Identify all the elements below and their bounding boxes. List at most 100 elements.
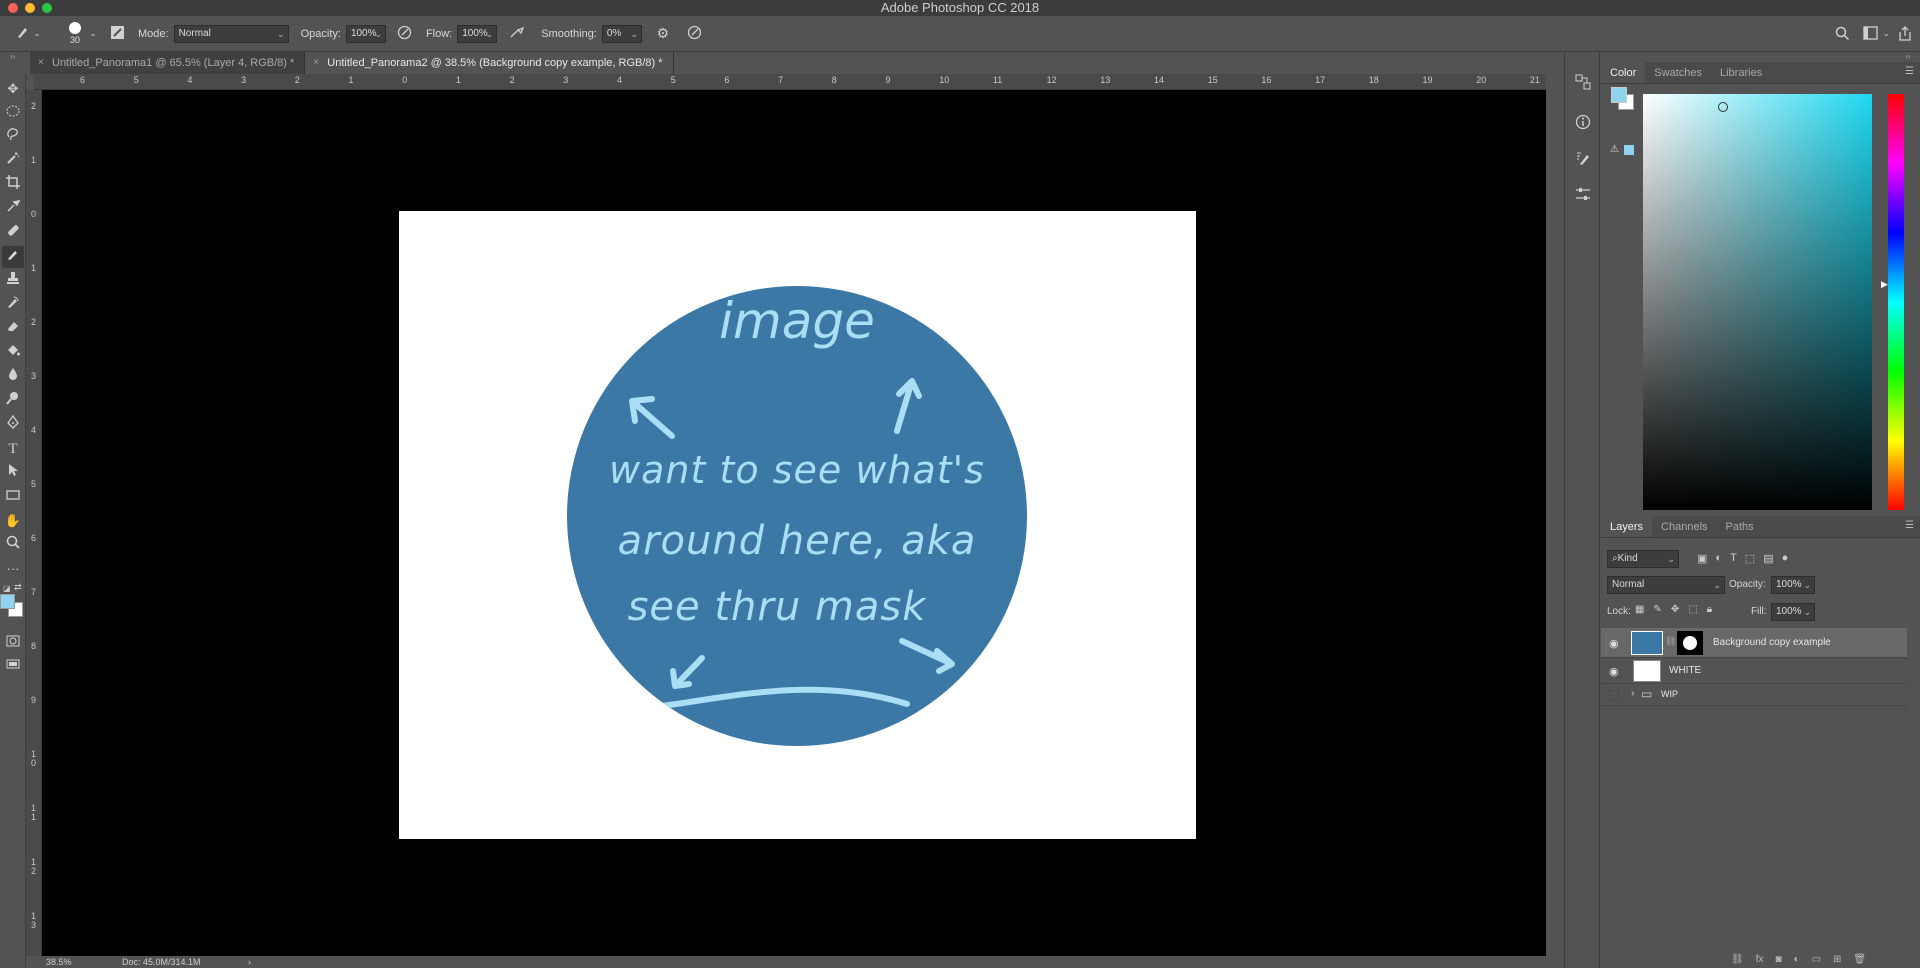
shape-filter-icon[interactable]: ⬚ bbox=[1745, 552, 1755, 565]
foreground-color-swatch[interactable] bbox=[0, 594, 15, 609]
eyedropper-tool-icon[interactable] bbox=[2, 198, 24, 220]
panel-menu-icon[interactable]: ☰ bbox=[1905, 66, 1914, 77]
pen-tool-icon[interactable] bbox=[2, 414, 24, 436]
flow-input[interactable]: 100% ⌄ bbox=[457, 24, 498, 43]
eraser-tool-icon[interactable] bbox=[2, 318, 24, 340]
layer-opacity-input[interactable]: 100% ⌄ bbox=[1771, 576, 1815, 594]
lock-transparent-icon[interactable]: ▦ bbox=[1635, 604, 1644, 615]
new-group-icon[interactable]: ▭ bbox=[1812, 954, 1821, 965]
zoom-tool-icon[interactable] bbox=[2, 534, 24, 556]
zoom-level[interactable]: 38.5% bbox=[46, 956, 72, 968]
brush-tool-icon[interactable] bbox=[2, 246, 24, 268]
hue-slider[interactable] bbox=[1888, 94, 1904, 510]
airbrush-icon[interactable] bbox=[507, 25, 529, 43]
screen-mode-icon[interactable] bbox=[2, 656, 24, 678]
lock-position-icon[interactable]: ✥ bbox=[1671, 604, 1679, 615]
pressure-size-icon[interactable] bbox=[686, 25, 704, 43]
link-layers-icon[interactable]: ⛓ bbox=[1731, 954, 1744, 965]
toolbar-collapse-icon[interactable]: ›› bbox=[10, 52, 15, 61]
adjustments-panel-icon[interactable] bbox=[1575, 186, 1591, 205]
swap-colors-icon[interactable]: ⇄ bbox=[14, 582, 22, 593]
vertical-scrollbar[interactable] bbox=[1546, 74, 1564, 968]
mode-dropdown[interactable]: Normal ⌄ bbox=[173, 24, 289, 43]
fx-icon[interactable]: fx bbox=[1756, 954, 1764, 965]
add-mask-icon[interactable]: ◙ bbox=[1775, 954, 1781, 965]
brush-size-picker[interactable]: 30 bbox=[62, 21, 88, 46]
share-icon[interactable] bbox=[1898, 26, 1912, 44]
close-icon[interactable]: × bbox=[38, 52, 44, 74]
eye-icon[interactable]: ◉ bbox=[1609, 637, 1619, 650]
chevron-down-icon[interactable]: ⌄ bbox=[32, 28, 42, 39]
dodge-tool-icon[interactable] bbox=[2, 390, 24, 412]
type-tool-icon[interactable]: T bbox=[2, 438, 24, 460]
smart-object-filter-icon[interactable]: ▤ bbox=[1763, 552, 1773, 565]
link-icon[interactable]: ⛓ bbox=[1665, 636, 1676, 647]
lock-artboard-icon[interactable]: ⬚ bbox=[1688, 604, 1697, 615]
blur-tool-icon[interactable] bbox=[2, 366, 24, 388]
default-colors-icon[interactable]: ◪ bbox=[3, 584, 11, 593]
paint-bucket-tool-icon[interactable] bbox=[2, 342, 24, 364]
close-icon[interactable]: × bbox=[313, 52, 319, 74]
hue-slider-handle[interactable]: ▶ bbox=[1881, 279, 1888, 290]
workspace-icon[interactable] bbox=[1863, 26, 1878, 43]
layer-mask-thumbnail[interactable] bbox=[1677, 631, 1703, 655]
color-picker-cursor[interactable] bbox=[1718, 102, 1728, 112]
healing-brush-tool-icon[interactable] bbox=[2, 222, 24, 244]
blend-mode-dropdown[interactable]: Normal ⌄ bbox=[1607, 576, 1725, 594]
filter-toggle-icon[interactable]: ● bbox=[1782, 552, 1789, 565]
info-icon[interactable] bbox=[1575, 114, 1591, 133]
minimize-window-button[interactable] bbox=[25, 3, 35, 13]
tab-paths[interactable]: Paths bbox=[1717, 516, 1763, 537]
tab-channels[interactable]: Channels bbox=[1652, 516, 1716, 537]
tab-untitled-panorama2[interactable]: × Untitled_Panorama2 @ 38.5% (Background… bbox=[305, 52, 674, 74]
panel-menu-icon[interactable]: ☰ bbox=[1905, 520, 1914, 531]
hand-tool-icon[interactable]: ✋ bbox=[2, 510, 24, 532]
tab-color[interactable]: Color bbox=[1601, 62, 1646, 83]
layer-row-white[interactable]: ◉ WHITE bbox=[1601, 658, 1907, 684]
pressure-opacity-icon[interactable] bbox=[396, 25, 414, 43]
chevron-down-icon[interactable]: ⌄ bbox=[1882, 28, 1890, 39]
filter-kind-dropdown[interactable]: ⌕Kind ⌄ bbox=[1607, 550, 1679, 568]
tab-untitled-panorama1[interactable]: × Untitled_Panorama1 @ 65.5% (Layer 4, R… bbox=[30, 52, 306, 74]
type-filter-icon[interactable]: T bbox=[1730, 552, 1737, 565]
visibility-toggle[interactable] bbox=[1609, 690, 1619, 700]
rectangle-tool-icon[interactable] bbox=[2, 486, 24, 508]
fill-input[interactable]: 100% ⌄ bbox=[1771, 603, 1815, 621]
saturation-brightness-field[interactable] bbox=[1643, 94, 1872, 510]
color-foreground-swatch[interactable] bbox=[1611, 87, 1627, 103]
gear-icon[interactable]: ⚙ bbox=[654, 25, 672, 42]
trash-icon[interactable]: 🗑︎ bbox=[1853, 954, 1866, 965]
new-layer-icon[interactable]: ⊞ bbox=[1833, 954, 1841, 965]
close-window-button[interactable] bbox=[8, 3, 18, 13]
clone-stamp-tool-icon[interactable] bbox=[2, 270, 24, 292]
brush-tool-preset-icon[interactable] bbox=[14, 24, 32, 43]
magic-wand-tool-icon[interactable] bbox=[2, 150, 24, 172]
chevron-down-icon[interactable]: ⌄ bbox=[88, 28, 98, 39]
eye-icon[interactable]: ◉ bbox=[1609, 665, 1619, 678]
history-brush-tool-icon[interactable] bbox=[2, 294, 24, 316]
canvas-area[interactable]: image want to see what's around here, ak… bbox=[42, 90, 1546, 956]
adjustment-layer-icon[interactable]: ◐ bbox=[1794, 954, 1800, 965]
panel-expand-icon[interactable]: ›› bbox=[1905, 52, 1910, 61]
gamut-color-swatch[interactable] bbox=[1624, 145, 1634, 155]
quick-mask-icon[interactable] bbox=[2, 632, 24, 654]
crop-tool-icon[interactable] bbox=[2, 174, 24, 196]
search-icon[interactable] bbox=[1835, 26, 1850, 44]
brush-settings-icon[interactable] bbox=[108, 25, 126, 43]
document-canvas[interactable]: image want to see what's around here, ak… bbox=[399, 211, 1196, 839]
zoom-window-button[interactable] bbox=[42, 3, 52, 13]
chevron-right-icon[interactable]: › bbox=[248, 956, 251, 968]
chevron-right-icon[interactable]: › bbox=[1631, 688, 1634, 699]
gamut-warning-icon[interactable]: ⚠ bbox=[1610, 144, 1619, 155]
layer-row-background-copy-example[interactable]: ◉ ⛓ Background copy example bbox=[1601, 628, 1907, 658]
lock-image-icon[interactable]: ✎ bbox=[1653, 604, 1661, 615]
layer-row-wip[interactable]: › ▭ WIP bbox=[1601, 684, 1907, 706]
tab-libraries[interactable]: Libraries bbox=[1711, 62, 1771, 83]
brush-settings-panel-icon[interactable] bbox=[1575, 150, 1591, 169]
tab-layers[interactable]: Layers bbox=[1601, 516, 1653, 537]
move-tool-icon[interactable]: ✥ bbox=[2, 78, 24, 100]
more-tools-icon[interactable]: ··· bbox=[2, 558, 24, 580]
pixel-filter-icon[interactable]: ▣ bbox=[1697, 552, 1707, 565]
opacity-input[interactable]: 100% ⌄ bbox=[345, 24, 386, 43]
history-panel-icon[interactable] bbox=[1575, 74, 1591, 93]
